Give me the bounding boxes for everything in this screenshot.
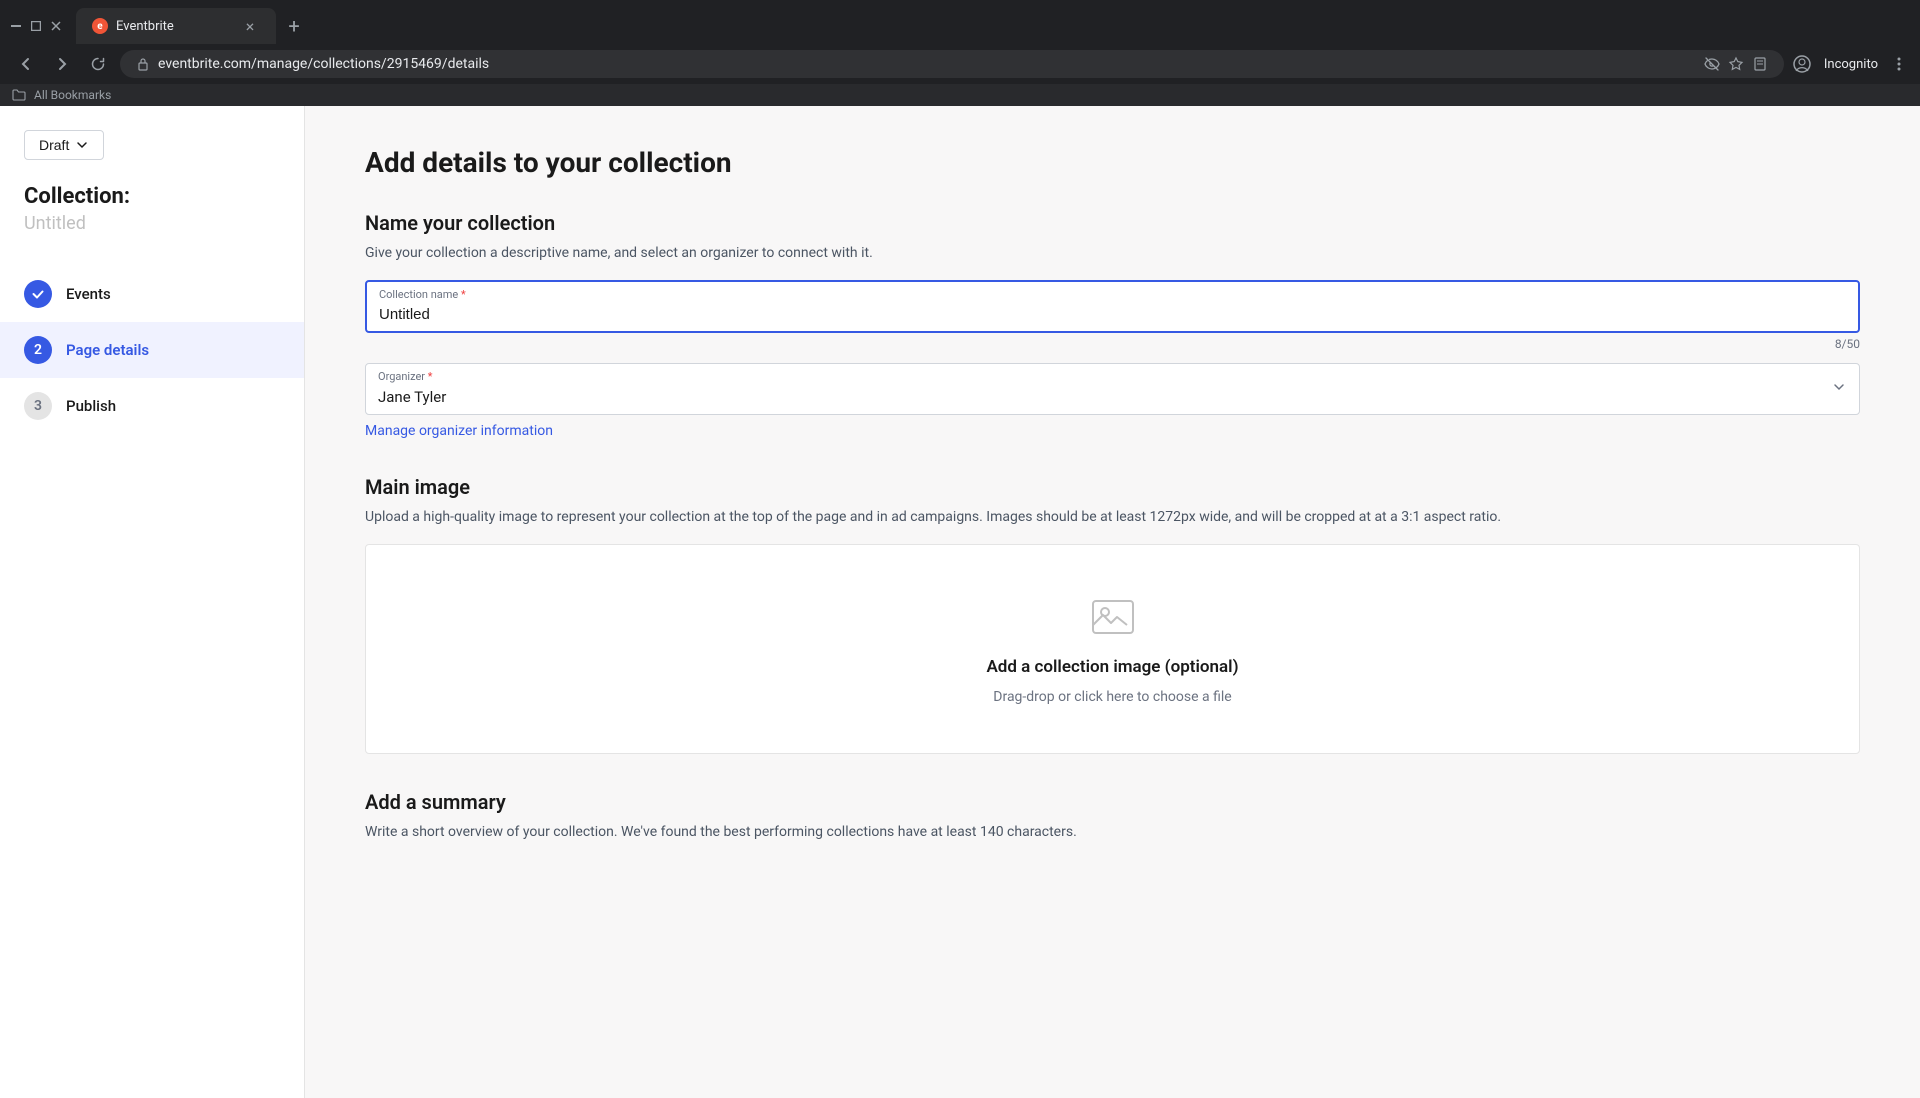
bookmarks-folder-icon [12,88,26,102]
sidebar-nav: Events 2 Page details 3 Publish [0,266,304,434]
sidebar-item-events-label: Events [66,285,111,303]
name-section-desc: Give your collection a descriptive name,… [365,243,1860,264]
name-section-title: Name your collection [365,211,1860,235]
step-indicator-page-details: 2 [24,336,52,364]
toolbar-right: Incognito [1792,54,1908,74]
collection-name-input-wrapper: Collection name [365,280,1860,333]
sidebar-item-page-details-label: Page details [66,341,149,359]
maximize-button[interactable] [28,18,44,34]
refresh-button[interactable] [84,50,112,78]
image-upload-area[interactable]: Add a collection image (optional) Drag-d… [365,544,1860,754]
image-upload-desc: Drag-drop or click here to choose a file [993,689,1231,705]
window-controls [8,18,64,34]
active-tab[interactable]: e Eventbrite × [76,8,276,44]
main-content: Add details to your collection Name your… [305,106,1920,1098]
step-indicator-publish: 3 [24,392,52,420]
page-title: Add details to your collection [365,146,1860,179]
eye-off-icon [1704,56,1720,72]
close-button[interactable] [48,18,64,34]
reader-icon [1752,56,1768,72]
lock-icon [136,57,150,71]
image-section-desc: Upload a high-quality image to represent… [365,507,1860,528]
page-layout: Draft Collection: Untitled Events 2 Page… [0,106,1920,1098]
image-upload-title: Add a collection image (optional) [986,657,1238,677]
browser-chrome: e Eventbrite × + eventbrite.com/manage/c… [0,0,1920,106]
image-section-title: Main image [365,475,1860,499]
tab-bar: e Eventbrite × + [0,0,1920,44]
sidebar-item-publish-label: Publish [66,397,116,415]
char-count: 8/50 [365,337,1860,351]
tab-close-button[interactable]: × [240,16,260,36]
address-bar[interactable]: eventbrite.com/manage/collections/291546… [120,50,1784,78]
collection-subtitle: Untitled [0,213,304,234]
step-indicator-events [24,280,52,308]
summary-section-desc: Write a short overview of your collectio… [365,822,1860,843]
forward-button[interactable] [48,50,76,78]
all-bookmarks-label[interactable]: All Bookmarks [34,88,111,102]
draft-button[interactable]: Draft [24,130,104,160]
sidebar-item-page-details[interactable]: 2 Page details [0,322,304,378]
back-button[interactable] [12,50,40,78]
incognito-label: Incognito [1824,57,1878,72]
address-bar-row: eventbrite.com/manage/collections/291546… [0,44,1920,84]
url-text: eventbrite.com/manage/collections/291546… [158,56,1696,72]
bookmarks-bar: All Bookmarks [0,84,1920,106]
summary-section-title: Add a summary [365,790,1860,814]
image-placeholder-icon [1089,593,1137,645]
organizer-select-wrapper[interactable]: Organizer Jane Tyler [365,363,1860,415]
summary-section: Add a summary Write a short overview of … [365,790,1860,843]
name-collection-section: Name your collection Give your collectio… [365,211,1860,439]
manage-organizer-link[interactable]: Manage organizer information [365,423,553,439]
collection-name-field: Collection name 8/50 [365,280,1860,351]
chevron-down-icon [1831,379,1847,399]
organizer-field: Organizer Jane Tyler Manage organizer in… [365,363,1860,439]
incognito-icon [1792,54,1812,74]
collection-name-input[interactable] [367,282,1858,331]
collection-label: Collection: [0,184,304,209]
sidebar-item-publish[interactable]: 3 Publish [0,378,304,434]
sidebar: Draft Collection: Untitled Events 2 Page… [0,106,305,1098]
address-bar-icons [1704,56,1768,72]
main-image-section: Main image Upload a high-quality image t… [365,475,1860,754]
star-icon [1728,56,1744,72]
chevron-down-icon [75,138,89,152]
minimize-button[interactable] [8,18,24,34]
new-tab-button[interactable]: + [280,12,308,40]
tab-favicon: e [92,18,108,34]
more-button[interactable] [1890,55,1908,73]
sidebar-item-events[interactable]: Events [0,266,304,322]
organizer-value: Jane Tyler [366,364,1859,414]
tab-title: Eventbrite [116,19,232,34]
